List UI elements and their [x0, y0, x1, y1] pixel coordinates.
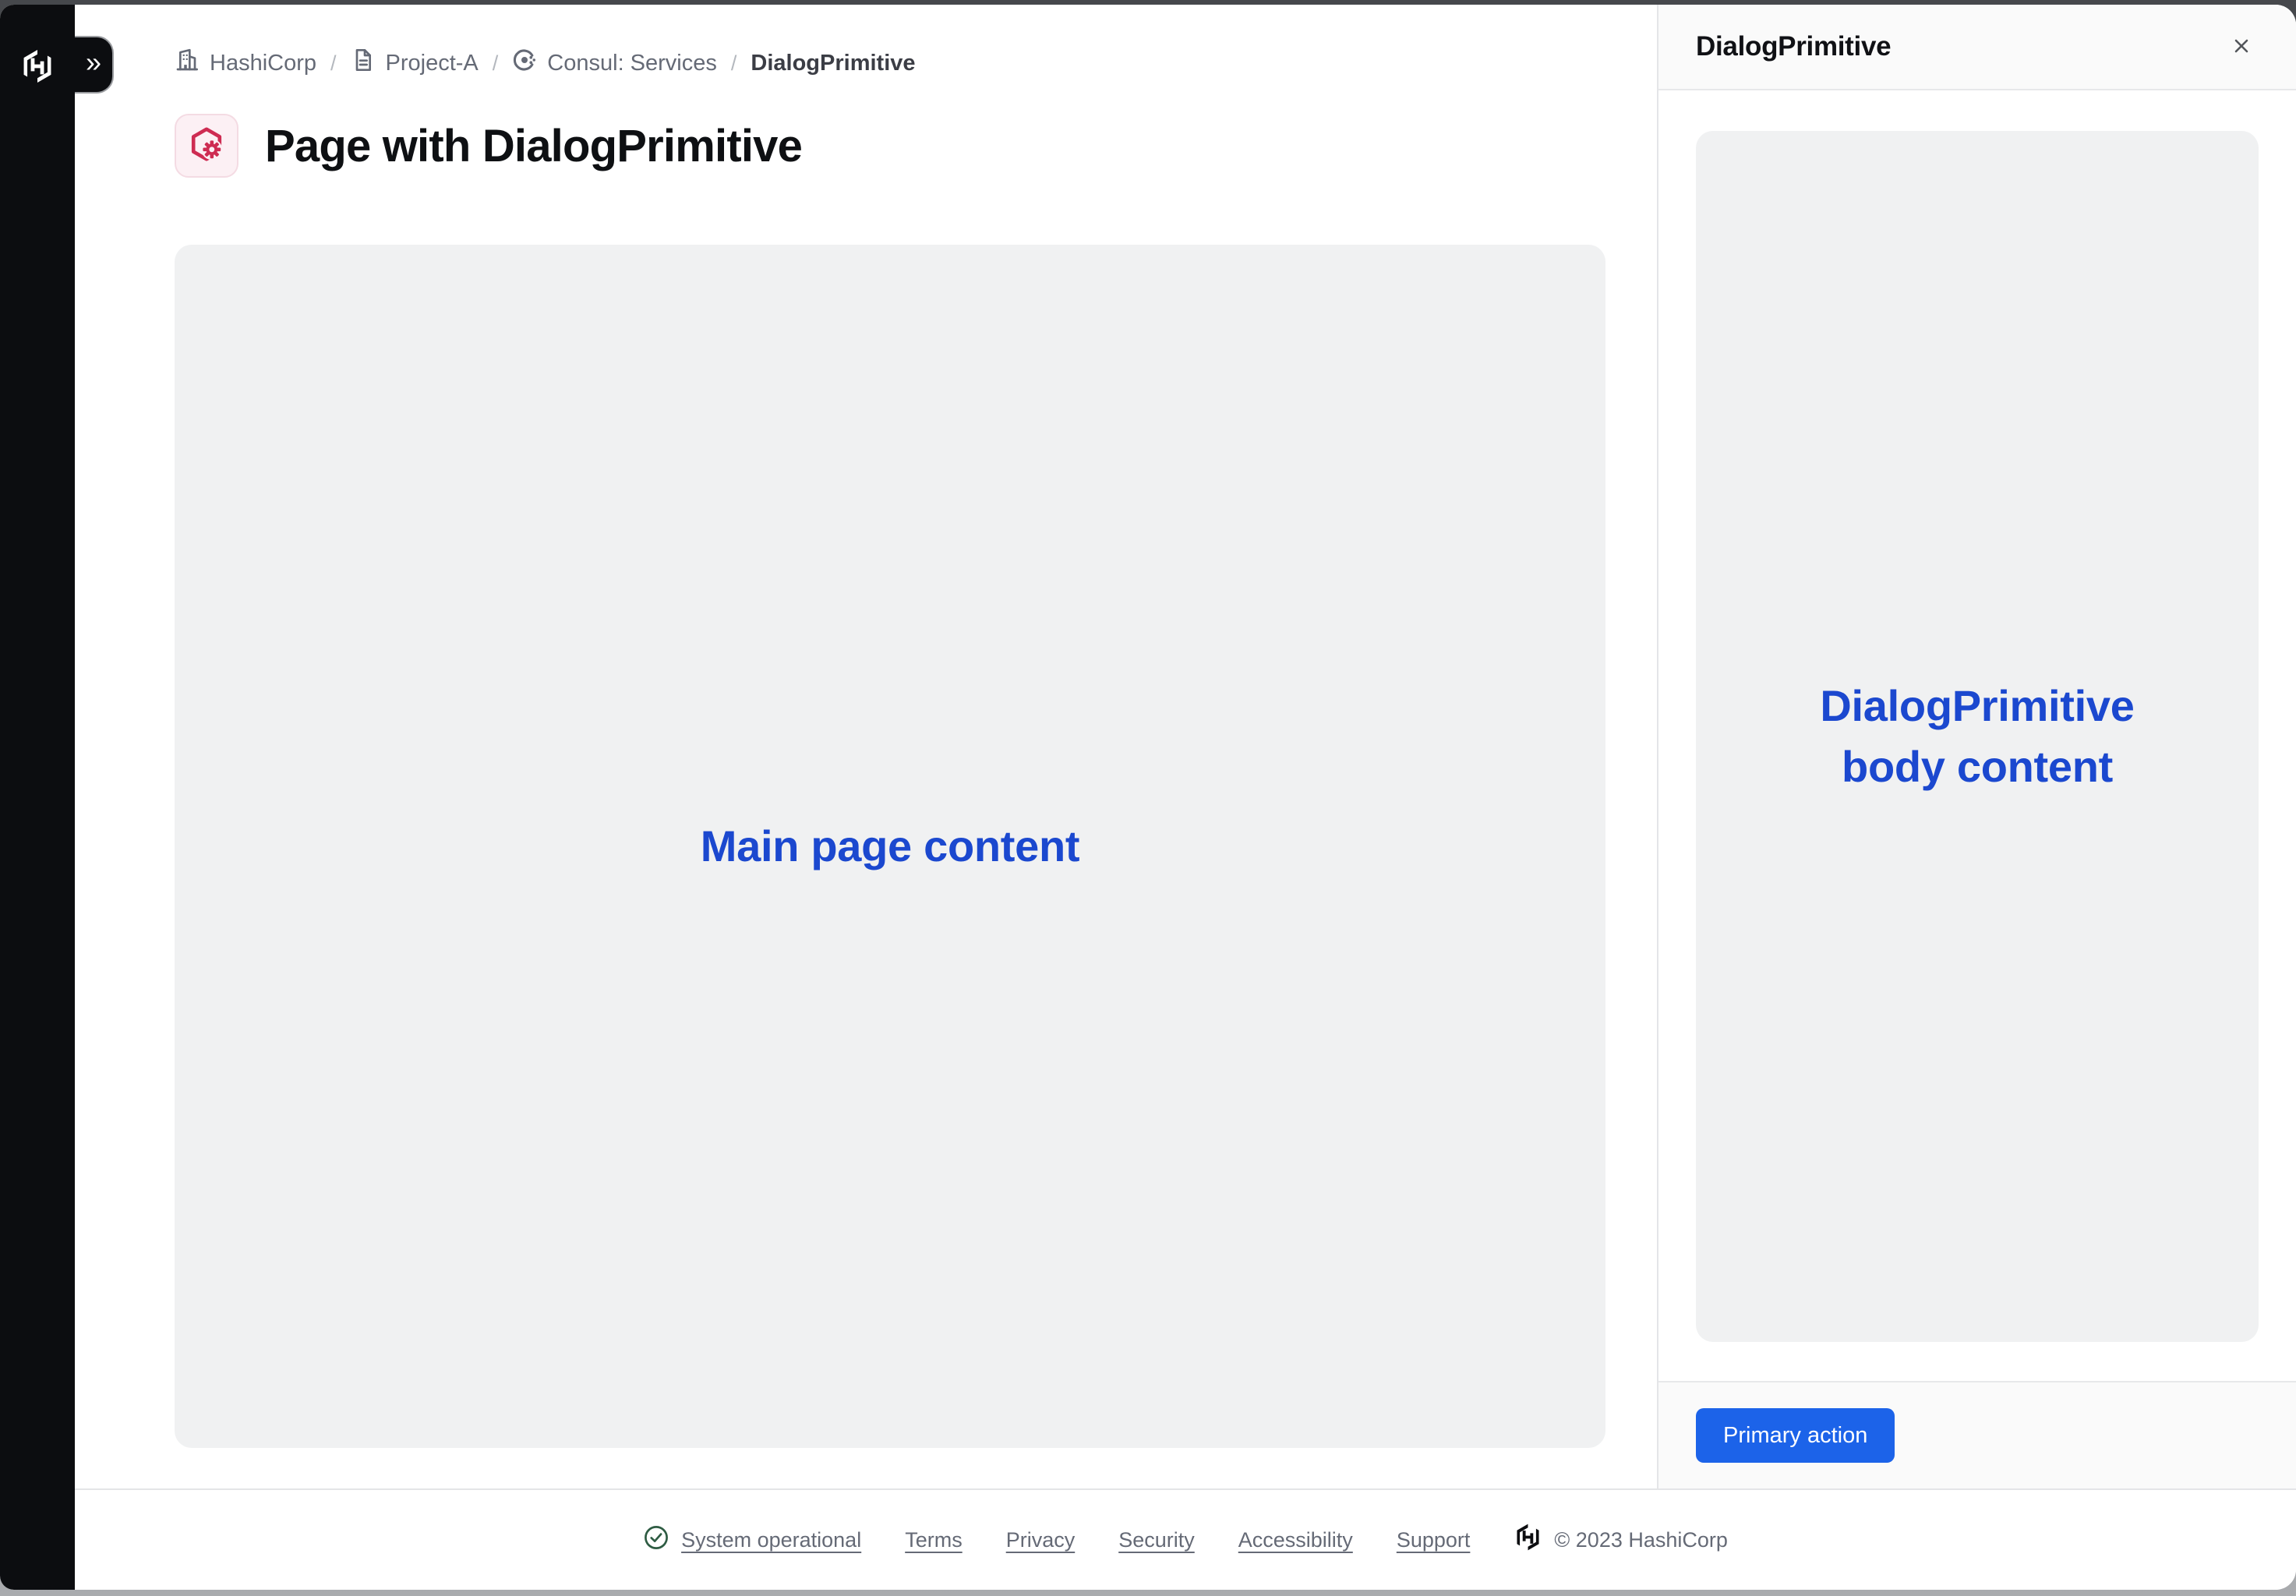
copyright-text: © 2023 HashiCorp	[1554, 1528, 1728, 1552]
breadcrumb-label: HashiCorp	[210, 51, 316, 76]
main-content-placeholder: Main page content	[175, 245, 1605, 1448]
hexagon-gear-icon	[188, 125, 225, 167]
drawer-title: DialogPrimitive	[1696, 31, 2224, 62]
app-frame: »	[0, 5, 2296, 1590]
chevrons-right-icon: »	[86, 48, 101, 76]
app-footer: System operational Terms Privacy Securit…	[75, 1488, 2296, 1590]
footer-link-accessibility[interactable]: Accessibility	[1238, 1528, 1353, 1552]
breadcrumb-label: DialogPrimitive	[751, 51, 915, 76]
breadcrumb-item-current: DialogPrimitive	[751, 51, 915, 76]
drawer-footer: Primary action	[1658, 1381, 2296, 1488]
main-page: HashiCorp / Project-A	[75, 5, 1657, 1488]
drawer-placeholder-text: DialogPrimitive body content	[1782, 676, 2173, 798]
breadcrumb-label: Consul: Services	[547, 51, 717, 76]
main-placeholder-text: Main page content	[701, 816, 1080, 877]
footer-link-support[interactable]: Support	[1397, 1528, 1471, 1552]
page-title: Page with DialogPrimitive	[265, 120, 802, 172]
breadcrumb: HashiCorp / Project-A	[175, 48, 1605, 78]
footer-link-terms[interactable]: Terms	[905, 1528, 963, 1552]
hashicorp-home-button[interactable]	[19, 48, 55, 84]
file-text-icon	[351, 48, 376, 79]
hashicorp-logo-icon	[1514, 1523, 1542, 1557]
breadcrumb-separator: /	[330, 51, 337, 76]
content-row: HashiCorp / Project-A	[75, 5, 2296, 1488]
breadcrumb-item-consul-services[interactable]: Consul: Services	[512, 48, 717, 79]
system-status-link[interactable]: System operational	[643, 1524, 861, 1556]
footer-link-privacy[interactable]: Privacy	[1006, 1528, 1076, 1552]
sidebar-expand-toggle[interactable]: »	[75, 36, 114, 94]
org-building-icon	[175, 48, 200, 79]
drawer-header: DialogPrimitive	[1658, 5, 2296, 90]
sidebar	[0, 5, 75, 1590]
breadcrumb-item-hashicorp[interactable]: HashiCorp	[175, 48, 316, 79]
primary-action-button[interactable]: Primary action	[1696, 1408, 1895, 1463]
breadcrumb-item-project-a[interactable]: Project-A	[351, 48, 479, 79]
footer-link-security[interactable]: Security	[1118, 1528, 1195, 1552]
check-circle-icon	[643, 1524, 669, 1556]
drawer-content-placeholder: DialogPrimitive body content	[1696, 131, 2259, 1342]
dialog-primitive-drawer: DialogPrimitive DialogPrimitive body con…	[1657, 5, 2296, 1488]
breadcrumb-separator: /	[493, 51, 499, 76]
close-icon	[2229, 34, 2254, 61]
breadcrumb-separator: /	[731, 51, 737, 76]
page-title-badge	[175, 114, 238, 178]
copyright: © 2023 HashiCorp	[1514, 1523, 1728, 1557]
hashicorp-logo-icon	[19, 48, 55, 84]
system-status-label: System operational	[681, 1528, 861, 1552]
drawer-body: DialogPrimitive body content	[1658, 90, 2296, 1381]
drawer-close-button[interactable]	[2224, 30, 2259, 64]
breadcrumb-label: Project-A	[386, 51, 479, 76]
consul-icon	[512, 48, 537, 79]
content-column: HashiCorp / Project-A	[75, 5, 2296, 1590]
page-title-row: Page with DialogPrimitive	[175, 114, 1605, 178]
